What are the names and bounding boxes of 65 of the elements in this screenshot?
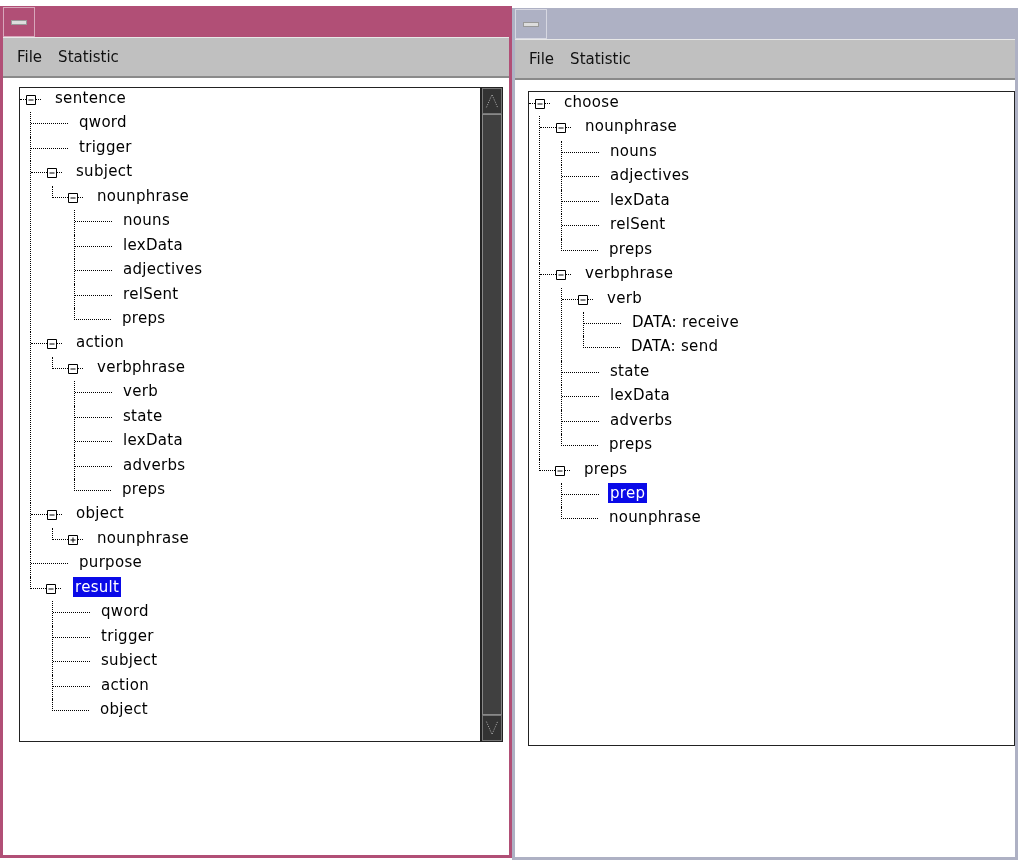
tree-node[interactable]: lexData [121, 234, 185, 255]
tree-node[interactable]: preps [120, 479, 168, 499]
collapse-icon[interactable] [68, 192, 78, 203]
tree-node[interactable]: relSent [121, 283, 181, 304]
tree-node[interactable]: sentence [53, 88, 129, 108]
expand-icon[interactable] [68, 534, 78, 545]
tree-node[interactable]: result [73, 576, 122, 597]
tree-node[interactable]: action [74, 332, 126, 353]
tree-node[interactable]: prep [608, 483, 648, 503]
collapse-icon[interactable] [578, 294, 588, 305]
collapse-icon[interactable] [68, 363, 78, 374]
collapse-icon[interactable] [47, 168, 57, 179]
tree-node[interactable]: relSent [608, 214, 668, 235]
tree-node[interactable]: nouns [608, 140, 659, 161]
tree-node[interactable]: verb [121, 381, 160, 402]
tree-node[interactable]: adjectives [608, 165, 692, 186]
scroll-down-button[interactable] [482, 715, 502, 741]
tree-node[interactable]: object [74, 503, 127, 524]
collapse-icon[interactable] [47, 339, 57, 350]
tree-node[interactable]: choose [562, 92, 621, 112]
tree-node[interactable]: DATA: send [629, 336, 721, 357]
tree-node[interactable]: preps [120, 307, 168, 328]
menu-item[interactable]: Statistic [56, 46, 121, 68]
tree-node[interactable]: adjectives [121, 259, 205, 280]
tree-node[interactable]: nounphrase [95, 527, 192, 548]
tree-node[interactable]: qword [77, 112, 129, 133]
tree-node[interactable]: adverbs [121, 454, 188, 475]
tree-node[interactable]: purpose [77, 552, 145, 573]
tree-node[interactable]: DATA: receive [630, 311, 741, 332]
tree-node[interactable]: preps [607, 434, 655, 455]
minimize-button[interactable] [3, 7, 35, 37]
collapse-icon[interactable] [535, 99, 545, 109]
tree-node[interactable]: nounphrase [583, 116, 680, 137]
collapse-icon[interactable] [556, 270, 566, 281]
collapse-icon[interactable] [47, 510, 57, 521]
tree-node[interactable]: object [98, 698, 151, 719]
tree-node[interactable]: nounphrase [95, 185, 192, 206]
scroll-up-button[interactable] [482, 88, 502, 114]
tree-node[interactable]: state [121, 405, 165, 426]
minimize-icon [11, 19, 27, 25]
menu-item[interactable]: File [15, 46, 45, 68]
tree-node[interactable]: trigger [77, 136, 134, 157]
scrollbar[interactable] [481, 87, 503, 742]
tree-node[interactable]: preps [582, 458, 630, 479]
tree-node[interactable]: nounphrase [607, 507, 704, 528]
collapse-icon[interactable] [26, 95, 36, 105]
tree-node[interactable]: lexData [608, 189, 672, 210]
collapse-icon[interactable] [555, 465, 565, 476]
tree-node[interactable]: verbphrase [95, 356, 188, 377]
collapse-icon[interactable] [46, 583, 56, 594]
tree-node[interactable]: subject [74, 161, 135, 182]
tree-node[interactable]: lexData [121, 430, 185, 451]
tree-node[interactable]: verbphrase [583, 263, 676, 284]
minimize-icon [523, 21, 539, 27]
tree-node[interactable]: preps [607, 238, 655, 259]
tree-node[interactable]: adverbs [608, 409, 675, 430]
tree-node[interactable]: subject [99, 650, 160, 671]
collapse-icon[interactable] [556, 123, 566, 134]
tree-node[interactable]: state [608, 360, 652, 381]
tree-node[interactable]: action [99, 674, 151, 695]
tree-node[interactable]: lexData [608, 385, 672, 406]
tree-node[interactable]: nouns [121, 210, 172, 231]
tree-node[interactable]: verb [605, 287, 644, 308]
tree-node[interactable]: trigger [99, 625, 156, 646]
tree-node[interactable]: qword [99, 601, 151, 622]
